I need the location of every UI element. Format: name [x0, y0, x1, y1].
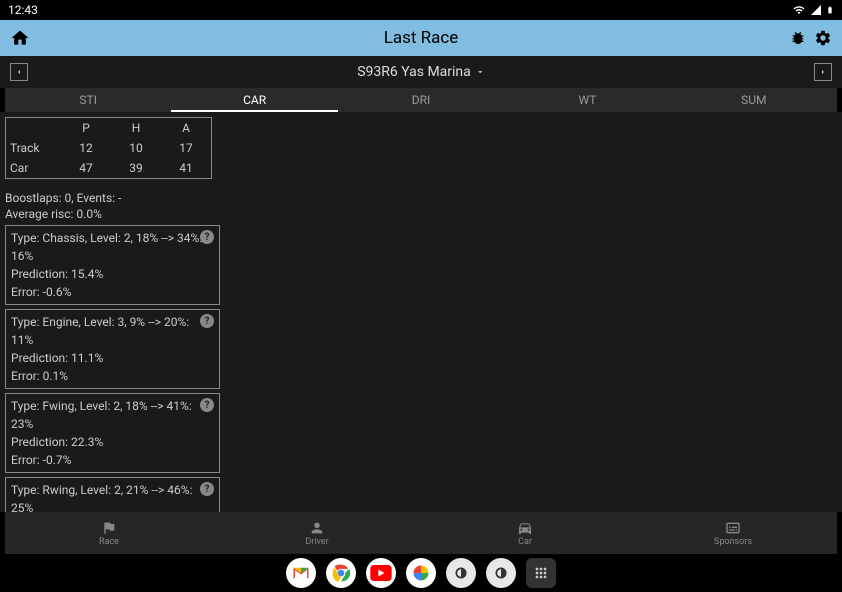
- apps-drawer-icon[interactable]: [526, 558, 556, 588]
- part-prediction: Prediction: 15.4%: [11, 265, 214, 283]
- app-icon-2[interactable]: [486, 558, 516, 588]
- nav-driver[interactable]: Driver: [213, 512, 421, 554]
- part-box: Type: Engine, Level: 3, 9% --> 20%: 11%P…: [5, 309, 220, 389]
- tab-dri[interactable]: DRI: [338, 88, 504, 112]
- car-icon: [517, 520, 533, 536]
- bug-icon[interactable]: [790, 30, 806, 46]
- dropdown-icon: [475, 67, 485, 77]
- part-error: Error: 0.1%: [11, 367, 214, 385]
- person-icon: [309, 520, 325, 536]
- part-error: Error: -0.7%: [11, 451, 214, 469]
- race-name: S93R6 Yas Marina: [357, 64, 471, 80]
- race-selector-bar: S93R6 Yas Marina: [0, 56, 842, 88]
- part-type: Type: Fwing, Level: 2, 18% --> 41%: 23%: [11, 397, 214, 433]
- help-icon[interactable]: ?: [200, 482, 214, 496]
- status-icons: [792, 3, 834, 17]
- help-icon[interactable]: ?: [200, 398, 214, 412]
- avg-risc-text: Average risc: 0.0%: [5, 207, 837, 221]
- sponsors-icon: [725, 520, 741, 536]
- status-time: 12:43: [8, 3, 38, 17]
- col-blank: [6, 118, 61, 138]
- table-row: Car 47 39 41: [6, 158, 211, 178]
- next-race-button[interactable]: [814, 63, 832, 81]
- page-title: Last Race: [384, 28, 459, 48]
- col-h: H: [111, 118, 161, 138]
- bottom-nav: Race Driver Car Sponsors: [5, 512, 837, 554]
- youtube-icon[interactable]: [366, 558, 396, 588]
- boostlaps-text: Boostlaps: 0, Events: -: [5, 191, 837, 205]
- part-type: Type: Rwing, Level: 2, 21% --> 46%: 25%: [11, 481, 214, 512]
- app-bar: Last Race: [0, 20, 842, 56]
- app-icon-1[interactable]: [446, 558, 476, 588]
- gmail-icon[interactable]: [286, 558, 316, 588]
- chrome-icon[interactable]: [326, 558, 356, 588]
- signal-icon: [810, 4, 822, 16]
- col-p: P: [61, 118, 111, 138]
- part-prediction: Prediction: 11.1%: [11, 349, 214, 367]
- help-icon[interactable]: ?: [200, 314, 214, 328]
- table-row: Track 12 10 17: [6, 138, 211, 158]
- part-box: Type: Fwing, Level: 2, 18% --> 41%: 23%P…: [5, 393, 220, 473]
- help-icon[interactable]: ?: [200, 230, 214, 244]
- part-box: Type: Rwing, Level: 2, 21% --> 46%: 25%P…: [5, 477, 220, 512]
- android-status-bar: 12:43: [0, 0, 842, 20]
- tab-sti[interactable]: STI: [5, 88, 171, 112]
- part-type: Type: Chassis, Level: 2, 18% --> 34%: 16…: [11, 229, 214, 265]
- nav-sponsors[interactable]: Sponsors: [629, 512, 837, 554]
- photos-icon[interactable]: [406, 558, 436, 588]
- gear-icon[interactable]: [814, 29, 832, 47]
- race-dropdown[interactable]: S93R6 Yas Marina: [357, 64, 485, 80]
- part-error: Error: -0.6%: [11, 283, 214, 301]
- android-nav-bar: [0, 554, 842, 592]
- battery-icon: [826, 3, 834, 17]
- nav-race[interactable]: Race: [5, 512, 213, 554]
- part-prediction: Prediction: 22.3%: [11, 433, 214, 451]
- wifi-icon: [792, 4, 806, 16]
- part-box: Type: Chassis, Level: 2, 18% --> 34%: 16…: [5, 225, 220, 305]
- content-area: P H A Track 12 10 17 Car 47 39 41 Boostl…: [0, 112, 842, 512]
- tab-car[interactable]: CAR: [171, 88, 337, 112]
- part-type: Type: Engine, Level: 3, 9% --> 20%: 11%: [11, 313, 214, 349]
- flag-icon: [101, 520, 117, 536]
- nav-car[interactable]: Car: [421, 512, 629, 554]
- home-icon[interactable]: [10, 28, 30, 48]
- tab-sum[interactable]: SUM: [671, 88, 837, 112]
- col-a: A: [161, 118, 211, 138]
- prev-race-button[interactable]: [10, 63, 28, 81]
- tab-bar: STI CAR DRI WT SUM: [5, 88, 837, 112]
- pha-table: P H A Track 12 10 17 Car 47 39 41: [5, 117, 212, 179]
- tab-wt[interactable]: WT: [504, 88, 670, 112]
